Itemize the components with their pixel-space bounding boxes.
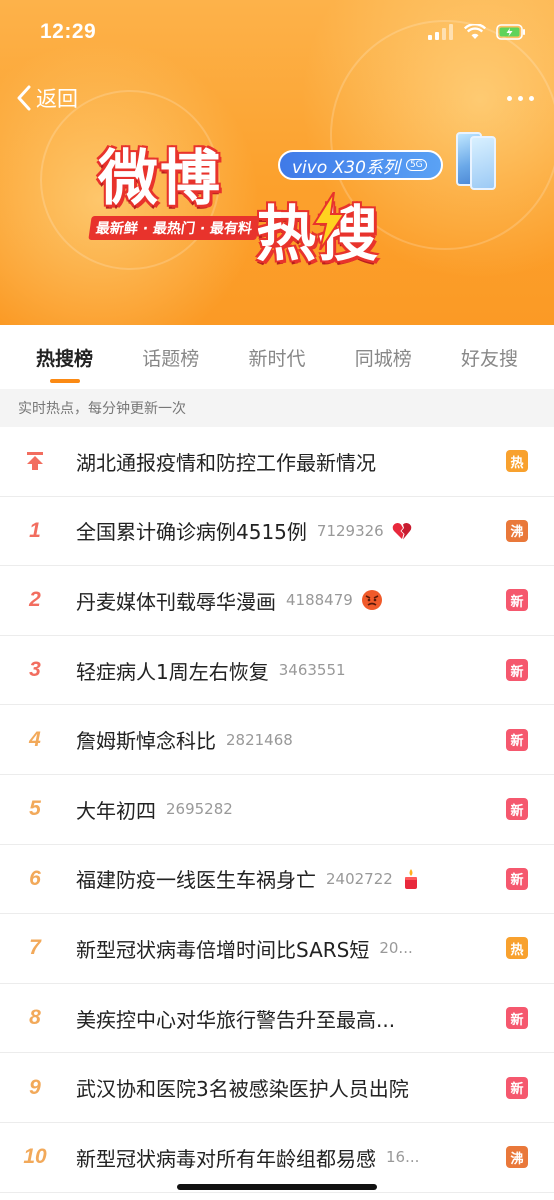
signal-icon	[428, 24, 453, 40]
list-item-title: 湖北通报疫情和防控工作最新情况	[76, 450, 376, 475]
search-count: 7129326	[316, 521, 384, 540]
list-item[interactable]: 2 丹麦媒体刊载辱华漫画 4188479 新	[0, 566, 554, 636]
search-count: 2821468	[226, 730, 293, 749]
pinned-top-icon	[27, 452, 43, 471]
broken-heart-icon	[392, 521, 412, 541]
banner-slogan: 最新鲜 · 最热门 · 最有料	[88, 216, 260, 240]
list-item[interactable]: 4 詹姆斯悼念科比 2821468 新	[0, 705, 554, 775]
status-time: 12:29	[40, 20, 97, 43]
status-icons	[428, 24, 526, 40]
hot-search-list: 湖北通报疫情和防控工作最新情况 热 1 全国累计确诊病例4515例 712932…	[0, 427, 554, 1193]
phone-image	[470, 136, 496, 190]
back-label: 返回	[36, 87, 78, 111]
new-badge: 新	[506, 798, 528, 821]
list-item-title: 全国累计确诊病例4515例	[76, 520, 307, 545]
search-count: 2695282	[166, 800, 233, 819]
search-count: 16...	[386, 1148, 420, 1167]
list-item-title: 詹姆斯悼念科比	[76, 729, 216, 754]
sponsor-5g-badge: 5G	[405, 159, 427, 171]
tab-hot-search[interactable]: 热搜榜	[36, 325, 93, 389]
rank-number: 10	[23, 1145, 47, 1169]
list-item-title: 新型冠状病毒对所有年龄组都易感	[76, 1146, 376, 1171]
new-badge: 新	[506, 1076, 528, 1099]
back-button[interactable]: 返回	[16, 83, 78, 113]
list-item-title: 福建防疫一线医生车祸身亡	[76, 868, 316, 893]
new-badge: 新	[506, 589, 528, 612]
ranking-tabs: 热搜榜 话题榜 新时代 同城榜 好友搜	[0, 325, 554, 389]
rank-number: 9	[29, 1075, 41, 1099]
logo-text-weibo: 微博	[98, 144, 222, 214]
list-item-title: 武汉协和医院3名被感染医护人员出院	[76, 1077, 409, 1102]
more-dot-icon	[507, 95, 512, 101]
hot-badge: 热	[506, 937, 528, 960]
search-count: 3463551	[278, 661, 346, 680]
angry-face-icon	[361, 589, 383, 611]
hot-search-banner: 12:29 返回 微博 热搜 最新鲜 · 最热门 · 最有料 vivo X30系…	[0, 0, 554, 325]
list-item[interactable]: 6 福建防疫一线医生车祸身亡 2402722 新	[0, 845, 554, 915]
list-item[interactable]: 5 大年初四 2695282 新	[0, 775, 554, 845]
rank-number: 7	[29, 936, 41, 960]
boil-badge: 沸	[506, 1146, 528, 1169]
hot-badge: 热	[506, 450, 528, 473]
new-badge: 新	[506, 659, 528, 682]
rank-number: 5	[29, 797, 41, 821]
rank-number: 1	[29, 518, 41, 542]
new-badge: 新	[506, 867, 528, 890]
list-item[interactable]: 1 全国累计确诊病例4515例 7129326 沸	[0, 497, 554, 567]
status-bar: 12:29	[0, 0, 554, 64]
rank-number: 6	[29, 866, 41, 890]
more-options-button[interactable]	[507, 90, 534, 107]
list-item-pinned[interactable]: 湖北通报疫情和防控工作最新情况 热	[0, 427, 554, 497]
weibo-hot-search-logo: 微博 热搜 最新鲜 · 最热门 · 最有料 vivo X30系列 5G	[86, 130, 496, 280]
list-item-title: 丹麦媒体刊载辱华漫画	[76, 589, 276, 614]
list-item-title: 新型冠状病毒倍增时间比SARS短	[76, 937, 370, 962]
list-item[interactable]: 9 武汉协和医院3名被感染医护人员出院 新	[0, 1053, 554, 1123]
sponsor-text: vivo X30系列	[292, 157, 400, 178]
tab-topics[interactable]: 话题榜	[142, 325, 199, 389]
list-item-title: 美疾控中心对华旅行警告升至最高...	[76, 1007, 396, 1032]
tab-new-era[interactable]: 新时代	[248, 325, 305, 389]
wifi-icon	[464, 24, 486, 39]
candle-icon	[401, 868, 421, 890]
rank-number: 4	[29, 727, 41, 751]
boil-badge: 沸	[506, 519, 528, 542]
more-dot-icon	[529, 95, 534, 101]
pinned-rank	[0, 451, 76, 471]
lightning-icon	[312, 192, 346, 250]
tab-friends-search[interactable]: 好友搜	[461, 325, 518, 389]
new-badge: 新	[506, 1007, 528, 1030]
rank-number: 8	[29, 1006, 41, 1030]
sponsor-badge: vivo X30系列 5G	[278, 150, 443, 180]
rank-number: 2	[29, 588, 41, 612]
list-item[interactable]: 3 轻症病人1周左右恢复 3463551 新	[0, 636, 554, 706]
list-item-title: 轻症病人1周左右恢复	[76, 659, 269, 684]
search-count: 2402722	[326, 869, 393, 888]
list-item-title: 大年初四	[76, 798, 156, 823]
list-item[interactable]: 8 美疾控中心对华旅行警告升至最高... 新	[0, 984, 554, 1054]
rank-number: 3	[29, 658, 41, 682]
chevron-left-icon	[17, 85, 31, 111]
home-indicator[interactable]	[177, 1184, 377, 1190]
more-dot-icon	[518, 95, 523, 101]
list-item[interactable]: 10 新型冠状病毒对所有年龄组都易感 16... 沸	[0, 1123, 554, 1193]
search-count: 20...	[379, 939, 413, 958]
realtime-hint: 实时热点，每分钟更新一次	[0, 389, 554, 427]
tab-local[interactable]: 同城榜	[355, 325, 412, 389]
list-item[interactable]: 7 新型冠状病毒倍增时间比SARS短 20... 热	[0, 914, 554, 984]
new-badge: 新	[506, 728, 528, 751]
search-count: 4188479	[286, 591, 353, 610]
nav-bar: 返回	[0, 76, 554, 120]
battery-icon	[496, 24, 525, 40]
